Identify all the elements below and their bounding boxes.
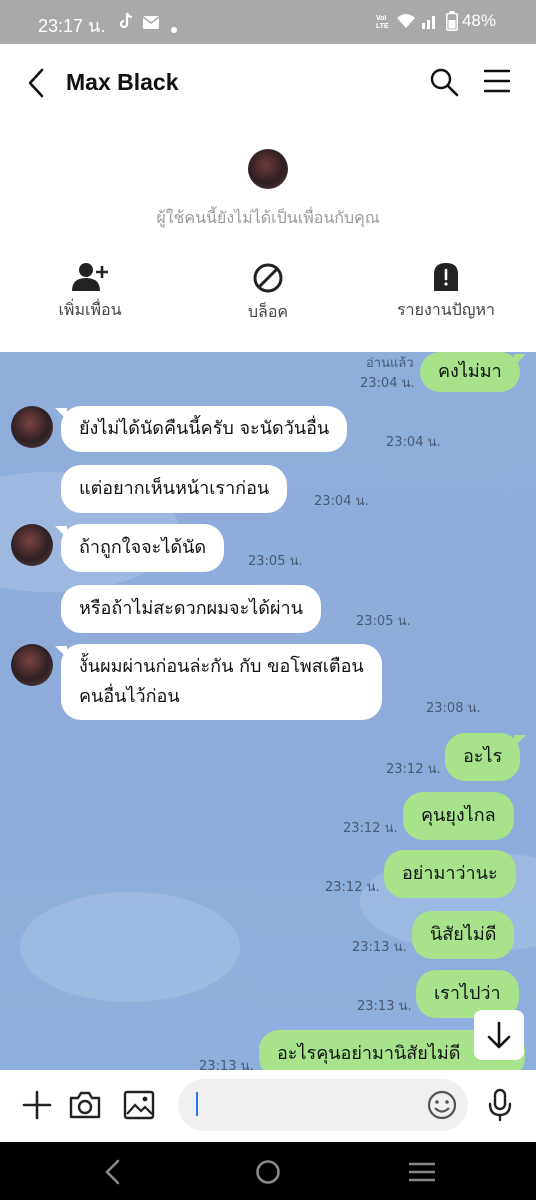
block-label: บล็อค [247, 302, 289, 321]
block-button[interactable]: บล็อค [178, 262, 358, 325]
gallery-button[interactable] [122, 1088, 156, 1122]
menu-button[interactable] [483, 68, 511, 94]
add-friend-label: เพิ่มเพื่อน [58, 300, 122, 319]
svg-text:VoI: VoI [376, 15, 386, 22]
microphone-icon [488, 1088, 512, 1122]
image-icon [123, 1090, 155, 1120]
report-button[interactable]: รายงานปัญหา [356, 262, 536, 323]
message-time: 23:13 น. [199, 1059, 254, 1070]
message-line: งั้นผมผ่านก่อนล่ะกัน กับ ขอโพสเตือน [79, 656, 364, 677]
message-bubble-incoming[interactable]: หรือถ้าไม่สะดวกผมจะได้ผ่าน [61, 585, 321, 633]
camera-icon [69, 1091, 101, 1119]
emoji-button[interactable] [425, 1088, 459, 1122]
message-time: 23:04 น. [360, 376, 415, 391]
message-bubble-outgoing[interactable]: อะไร [445, 733, 527, 781]
block-icon [253, 263, 283, 293]
message-bubble-outgoing[interactable]: นิสัยไม่ดี [412, 911, 515, 959]
add-friend-icon [72, 263, 108, 291]
message-time: 23:12 น. [343, 821, 398, 836]
volte-icon: VoI LTE [376, 13, 394, 33]
battery-percent: 48% [461, 11, 496, 30]
message-time: 23:12 น. [386, 762, 441, 777]
report-label: รายงานปัญหา [396, 300, 495, 319]
add-friend-button[interactable]: เพิ่มเพื่อน [0, 262, 180, 323]
search-icon [430, 68, 459, 97]
message-bubble-outgoing[interactable]: คุนยุงไกล [403, 792, 514, 840]
message-bubble-incoming[interactable]: ยังไม่ได้นัดคืนนี้ครับ จะนัดวันอื่น [54, 406, 348, 452]
report-icon [434, 263, 458, 291]
message-time: 23:08 น. [426, 701, 481, 716]
sender-avatar[interactable] [11, 406, 53, 448]
chevron-left-icon [28, 68, 44, 98]
camera-button[interactable] [68, 1088, 102, 1122]
notification-dot-icon [171, 18, 177, 37]
signal-icon [421, 13, 439, 33]
add-attachment-button[interactable] [20, 1088, 54, 1122]
background-cloud [20, 892, 240, 1002]
hamburger-menu-icon [483, 69, 511, 93]
tiktok-icon [118, 12, 134, 34]
message-bubble-incoming[interactable]: งั้นผมผ่านก่อนล่ะกัน กับ ขอโพสเตือน คนอื… [55, 644, 382, 720]
nav-recents-icon [408, 1162, 436, 1182]
chat-area[interactable]: อ่านแล้ว 23:04 น. คงไม่มา ยังไม่ได้นัดคื… [0, 352, 536, 1070]
message-time: 23:13 น. [357, 999, 412, 1014]
svg-text:LTE: LTE [376, 23, 389, 29]
message-time: 23:04 น. [386, 435, 441, 450]
text-caret [196, 1092, 198, 1116]
status-time: 23:17 น. [38, 16, 106, 36]
search-button[interactable] [428, 66, 460, 98]
nav-back-button[interactable] [100, 1159, 126, 1185]
message-input-bar [0, 1070, 536, 1142]
nav-recents-button[interactable] [408, 1159, 436, 1185]
chat-header: Max Black [0, 44, 536, 122]
nav-home-button[interactable] [255, 1159, 281, 1185]
sender-avatar[interactable] [11, 524, 53, 566]
back-button[interactable] [24, 66, 54, 100]
message-bubble-incoming[interactable]: ถ้าถูกใจจะได้นัด [54, 524, 225, 572]
arrow-down-icon [487, 1021, 511, 1049]
nav-home-icon [256, 1160, 280, 1184]
wifi-icon [396, 13, 416, 33]
nav-back-icon [105, 1159, 120, 1185]
read-receipt: อ่านแล้ว [366, 356, 414, 371]
contact-avatar[interactable] [248, 149, 288, 189]
message-time: 23:05 น. [248, 554, 303, 569]
system-navigation-bar [0, 1142, 536, 1200]
chat-title[interactable]: Max Black [66, 69, 179, 96]
battery-icon [446, 11, 458, 35]
emoji-icon [427, 1090, 457, 1120]
not-friend-panel: ผู้ใช้คนนี้ยังไม่ได้เป็นเพื่อนกับคุณ เพิ… [0, 122, 536, 352]
voice-button[interactable] [483, 1088, 517, 1122]
scroll-to-bottom-button[interactable] [474, 1010, 524, 1060]
message-time: 23:13 น. [352, 940, 407, 955]
message-time: 23:04 น. [314, 494, 369, 509]
sender-avatar[interactable] [11, 644, 53, 686]
message-bubble-outgoing[interactable]: อย่ามาว่านะ [384, 850, 516, 898]
plus-icon [22, 1090, 52, 1120]
message-bubble-incoming[interactable]: แต่อยากเห็นหน้าเราก่อน [61, 465, 288, 513]
message-bubble-outgoing[interactable]: คงไม่มา [420, 352, 526, 392]
mail-icon [142, 14, 160, 33]
status-bar: 23:17 น. VoI LTE 48% [0, 0, 536, 44]
not-friend-notice: ผู้ใช้คนนี้ยังไม่ได้เป็นเพื่อนกับคุณ [156, 208, 380, 227]
message-time: 23:05 น. [356, 614, 411, 629]
message-line: คนอื่นไว้ก่อน [79, 686, 180, 707]
message-time: 23:12 น. [325, 880, 380, 895]
